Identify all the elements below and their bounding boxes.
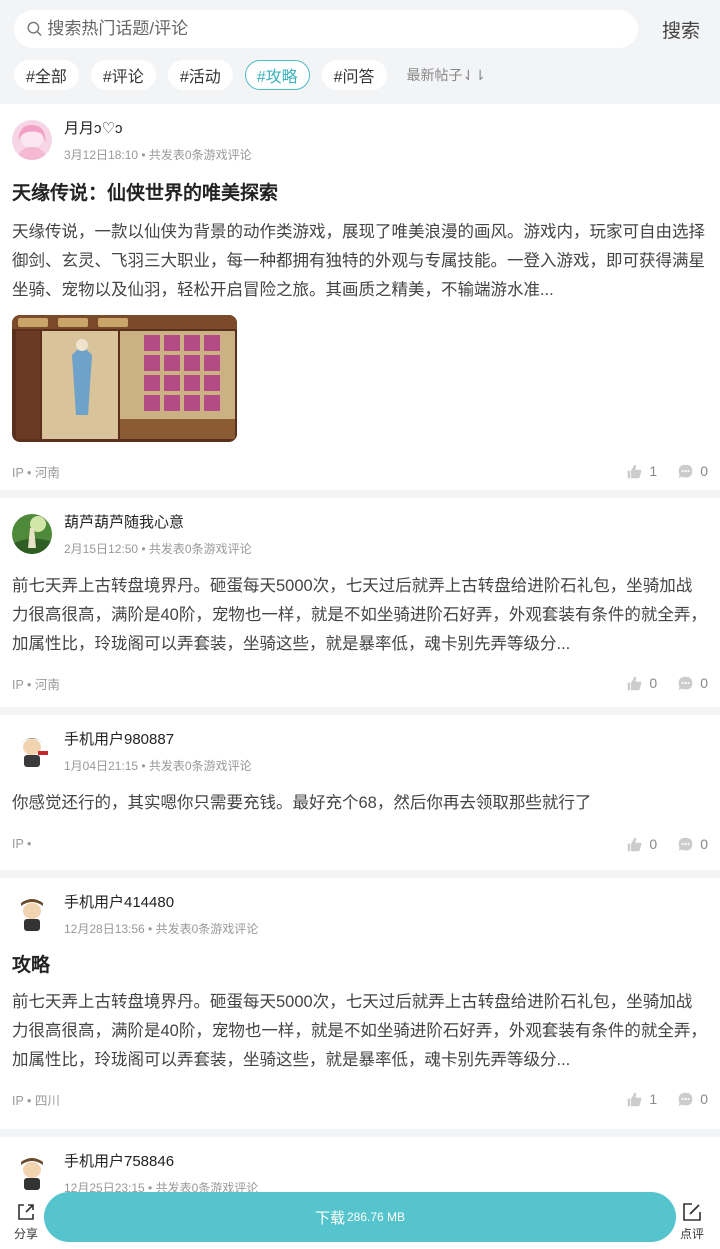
comment-count: 0 [700,836,708,852]
comment-count: 0 [700,1091,708,1107]
search-input[interactable] [47,19,626,39]
share-label: 分享 [13,1227,38,1241]
search-box[interactable] [14,10,638,48]
tag-filter-row: #全部 #评论 #活动 #攻略 #问答 最新帖子⇃⇂ [14,60,706,90]
comment-count: 0 [700,675,708,691]
like-count: 1 [649,1091,658,1107]
comment-icon [678,1092,693,1106]
tag-guide[interactable]: #攻略 [244,60,310,90]
post-header: 手机用户414480 12月28日13:56 • 共发表0条游戏评论 [12,894,708,938]
comment-icon [678,837,693,851]
comment-icon [678,464,693,478]
like-icon [628,837,642,851]
post-content[interactable]: 前七天弄上古转盘境界丹。砸蛋每天5000次，七天过后就弄上古转盘给进阶石礼包，坐… [12,988,708,1075]
post-user-info: 葫芦葫芦随我心意 2月15日12:50 • 共发表0条游戏评论 [64,514,252,557]
comment-button[interactable]: 0 [677,463,708,480]
avatar[interactable] [12,120,52,160]
like-icon [628,676,642,690]
post-meta: 1月04日21:15 • 共发表0条游戏评论 [64,759,252,773]
search-button[interactable]: 搜索 [656,16,706,43]
post-content[interactable]: 前七天弄上古转盘境界丹。砸蛋每天5000次，七天过后就弄上古转盘给进阶石礼包，坐… [12,572,708,659]
post-meta: 2月15日12:50 • 共发表0条游戏评论 [64,542,252,556]
username[interactable]: 手机用户980887 [64,731,252,749]
post-user-info: 手机用户980887 1月04日21:15 • 共发表0条游戏评论 [64,731,252,774]
post-card[interactable]: 手机用户980887 1月04日21:15 • 共发表0条游戏评论 你感觉还行的… [0,715,720,870]
avatar[interactable] [12,731,52,771]
comment-button[interactable]: 0 [677,675,708,692]
tag-all[interactable]: #全部 [14,60,79,90]
post-meta: 3月12日18:10 • 共发表0条游戏评论 [64,148,252,162]
post-footer: IP • 河南 1 0 [12,442,708,500]
like-button[interactable]: 1 [626,463,657,480]
post-content[interactable]: 你感觉还行的，其实嗯你只需要充钱。最好充个68，然后你再去领取那些就行了 [12,789,708,818]
post-image[interactable] [12,315,237,442]
ip-location: IP • 四川 [12,1093,60,1108]
like-count: 0 [649,836,658,852]
like-count: 1 [649,463,658,479]
post-title[interactable]: 天缘传说：仙侠世界的唯美探索 [12,182,708,206]
post-user-info: 月月ↄ♡ↄ 3月12日18:10 • 共发表0条游戏评论 [64,120,252,163]
like-icon [628,1092,642,1106]
username[interactable]: 手机用户758846 [64,1153,258,1171]
tag-event[interactable]: #活动 [167,60,233,90]
post-meta: 12月28日13:56 • 共发表0条游戏评论 [64,922,259,936]
top-bar: 搜索 #全部 #评论 #活动 #攻略 #问答 最新帖子⇃⇂ [0,0,720,104]
comment-icon [678,676,693,690]
username[interactable]: 手机用户414480 [64,894,258,912]
download-button[interactable]: 下载 286.76 MB [44,1192,676,1242]
post-card[interactable]: 手机用户414480 12月28日13:56 • 共发表0条游戏评论 攻略 前七… [0,878,720,1129]
post-footer: IP • 0 0 [12,818,708,870]
review-label: 点评 [679,1227,704,1241]
avatar[interactable] [12,894,52,934]
search-row: 搜索 [14,10,706,48]
post-content[interactable]: 天缘传说，一款以仙侠为背景的动作类游戏，展现了唯美浪漫的画风。游戏内，玩家可自由… [12,218,708,305]
like-button[interactable]: 0 [626,675,657,692]
search-icon [27,21,42,36]
username[interactable]: 葫芦葫芦随我心意 [64,514,252,532]
comment-count: 0 [700,463,708,479]
comment-button[interactable]: 0 [677,836,708,853]
tag-qa[interactable]: #问答 [321,60,387,90]
post-footer: IP • 河南 0 0 [12,659,708,707]
edit-icon [683,1203,701,1221]
post-header: 月月ↄ♡ↄ 3月12日18:10 • 共发表0条游戏评论 [12,120,708,164]
post-title[interactable]: 攻略 [12,954,708,978]
bottom-action-bar: 分享 下载 286.76 MB 点评 [0,1189,720,1249]
tag-review[interactable]: #评论 [90,60,156,90]
post-card[interactable]: 月月ↄ♡ↄ 3月12日18:10 • 共发表0条游戏评论 天缘传说：仙侠世界的唯… [0,104,720,490]
share-button[interactable]: 分享 [8,1201,44,1242]
avatar[interactable] [12,514,52,554]
download-size: 286.76 MB [346,1210,406,1224]
post-header: 葫芦葫芦随我心意 2月15日12:50 • 共发表0条游戏评论 [12,514,708,558]
sort-dropdown[interactable]: 最新帖子⇃⇂ [407,65,486,85]
like-button[interactable]: 0 [626,836,657,853]
ip-location: IP • 河南 [12,677,60,692]
post-user-info: 手机用户414480 12月28日13:56 • 共发表0条游戏评论 [64,894,258,937]
username[interactable]: 月月ↄ♡ↄ [64,120,252,138]
avatar[interactable] [12,1153,52,1193]
share-icon [18,1204,34,1220]
comment-button[interactable]: 0 [677,1091,708,1108]
post-header: 手机用户980887 1月04日21:15 • 共发表0条游戏评论 [12,731,708,775]
like-count: 0 [649,675,658,691]
ip-location: IP • 河南 [12,465,60,480]
post-footer: IP • 四川 1 0 [12,1075,708,1123]
like-button[interactable]: 1 [626,1091,657,1108]
download-label: 下载 [314,1209,345,1227]
like-icon [628,464,642,478]
post-card[interactable]: 葫芦葫芦随我心意 2月15日12:50 • 共发表0条游戏评论 前七天弄上古转盘… [0,498,720,707]
review-button[interactable]: 点评 [674,1201,710,1242]
ip-location: IP • [12,837,32,851]
